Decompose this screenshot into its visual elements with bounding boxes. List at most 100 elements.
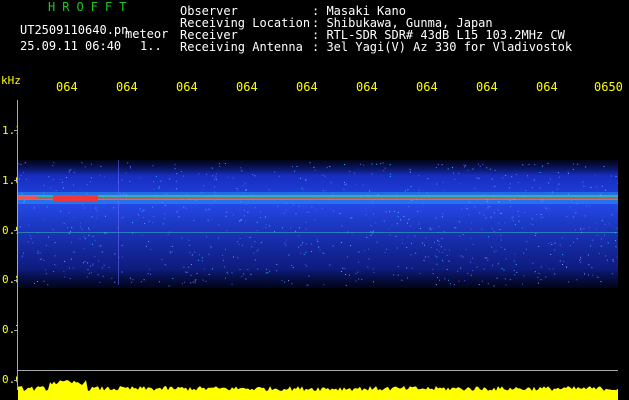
- noise-pixel: [414, 235, 416, 237]
- noise-pixel: [215, 173, 217, 175]
- noise-pixel: [436, 249, 438, 251]
- noise-pixel: [559, 244, 561, 246]
- noise-pixel: [370, 225, 372, 226]
- noise-pixel: [63, 271, 65, 273]
- noise-pixel: [388, 228, 390, 230]
- noise-pixel: [478, 177, 480, 179]
- noise-pixel: [54, 264, 56, 266]
- noise-pixel: [482, 164, 484, 166]
- noise-pixel: [483, 268, 485, 270]
- noise-pixel: [113, 207, 115, 209]
- noise-pixel: [345, 274, 346, 275]
- noise-pixel: [170, 252, 172, 254]
- noise-pixel: [20, 164, 22, 166]
- noise-pixel: [202, 257, 204, 259]
- noise-pixel: [100, 165, 102, 167]
- noise-pixel: [188, 266, 190, 268]
- noise-pixel: [145, 245, 147, 247]
- noise-pixel: [95, 217, 97, 219]
- noise-pixel: [89, 229, 91, 231]
- noise-pixel: [314, 219, 316, 221]
- noise-pixel: [459, 235, 461, 237]
- noise-pixel: [513, 260, 515, 262]
- noise-pixel: [322, 252, 324, 254]
- noise-pixel: [256, 250, 258, 252]
- noise-pixel: [317, 241, 319, 242]
- noise-pixel: [540, 266, 542, 268]
- noise-pixel: [489, 168, 491, 170]
- noise-pixel: [83, 236, 85, 238]
- noise-pixel: [589, 205, 591, 207]
- time-label-4: 064: [236, 80, 258, 94]
- noise-pixel: [453, 172, 454, 174]
- noise-pixel: [518, 215, 520, 217]
- noise-pixel: [68, 212, 70, 214]
- noise-pixel: [545, 276, 547, 278]
- noise-pixel: [403, 216, 405, 217]
- noise-pixel: [612, 260, 614, 262]
- noise-pixel: [195, 279, 197, 281]
- noise-pixel: [117, 227, 119, 229]
- noise-pixel: [322, 190, 324, 192]
- noise-pixel: [432, 227, 434, 229]
- noise-pixel: [516, 271, 518, 273]
- noise-pixel: [457, 270, 459, 272]
- noise-pixel: [326, 167, 328, 169]
- noise-pixel: [143, 209, 145, 211]
- noise-pixel: [314, 209, 316, 211]
- noise-pixel: [545, 207, 547, 209]
- noise-pixel: [588, 274, 589, 276]
- noise-pixel: [436, 263, 438, 265]
- noise-pixel: [442, 181, 444, 183]
- noise-pixel: [143, 217, 145, 219]
- noise-pixel: [442, 251, 444, 253]
- noise-pixel: [587, 254, 589, 256]
- noise-pixel: [574, 229, 576, 231]
- noise-pixel: [37, 250, 39, 252]
- noise-pixel: [29, 235, 31, 237]
- noise-pixel: [193, 220, 195, 221]
- noise-pixel: [199, 254, 200, 256]
- noise-pixel: [284, 212, 285, 214]
- noise-pixel: [517, 210, 519, 212]
- noise-pixel: [309, 162, 311, 164]
- noise-pixel: [437, 277, 439, 278]
- noise-pixel: [418, 175, 420, 177]
- noise-pixel: [537, 276, 539, 278]
- noise-pixel: [160, 180, 162, 182]
- noise-pixel: [397, 274, 399, 276]
- noise-pixel: [288, 280, 290, 282]
- noise-pixel: [232, 214, 234, 216]
- noise-pixel: [557, 172, 559, 174]
- noise-pixel: [569, 245, 571, 247]
- noise-pixel: [88, 227, 89, 229]
- noise-pixel: [281, 227, 283, 229]
- noise-pixel: [460, 255, 462, 257]
- noise-pixel: [194, 251, 196, 253]
- noise-pixel: [28, 224, 30, 226]
- noise-pixel: [491, 178, 493, 180]
- noise-pixel: [52, 179, 54, 181]
- noise-pixel: [72, 267, 74, 269]
- noise-pixel: [300, 252, 302, 254]
- noise-pixel: [139, 208, 141, 210]
- noise-pixel: [186, 271, 188, 273]
- noise-pixel: [63, 223, 65, 224]
- noise-pixel: [252, 174, 254, 175]
- noise-pixel: [329, 264, 331, 266]
- noise-pixel: [434, 255, 436, 257]
- noise-pixel: [149, 268, 151, 270]
- noise-pixel: [284, 242, 286, 244]
- noise-pixel: [504, 222, 506, 224]
- noise-pixel: [583, 228, 585, 229]
- noise-pixel: [169, 178, 171, 180]
- noise-pixel: [71, 227, 73, 229]
- noise-pixel: [48, 236, 49, 238]
- noise-pixel: [339, 212, 341, 214]
- noise-pixel: [523, 275, 525, 277]
- noise-pixel: [244, 220, 246, 222]
- noise-pixel: [210, 204, 212, 206]
- noise-pixel: [148, 221, 149, 223]
- noise-pixel: [84, 166, 86, 168]
- noise-pixel: [357, 271, 359, 273]
